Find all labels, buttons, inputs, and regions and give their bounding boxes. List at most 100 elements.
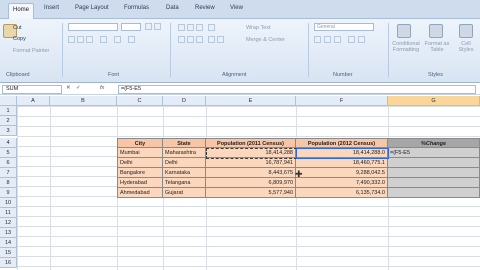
select-all-corner[interactable]: [0, 96, 17, 106]
row-header-15[interactable]: 15: [0, 248, 17, 258]
increase-indent-icon[interactable]: [217, 36, 224, 43]
table-cell-pop-2011[interactable]: 16,787,941: [206, 158, 296, 168]
table-cell-city[interactable]: Bangalore: [117, 168, 163, 178]
name-box[interactable]: SUM: [2, 85, 62, 94]
font-color-icon[interactable]: [128, 36, 135, 43]
font-size-box[interactable]: [121, 23, 141, 31]
insert-function-button[interactable]: fx: [100, 85, 104, 91]
formula-input[interactable]: =(F5-E5: [118, 85, 476, 94]
tab-data[interactable]: Data: [166, 5, 179, 11]
table-cell-change[interactable]: [388, 188, 480, 198]
table-cell-pop-2011[interactable]: 5,577,940: [206, 188, 296, 198]
row-header-13[interactable]: 13: [0, 228, 17, 238]
cell-styles-icon[interactable]: [459, 24, 473, 38]
table-cell-state[interactable]: Telangana: [163, 178, 206, 188]
format-painter-button[interactable]: Format Painter: [13, 48, 49, 54]
merge-center-button[interactable]: Merge & Center: [246, 37, 285, 43]
tab-review[interactable]: Review: [195, 5, 215, 11]
align-bottom-icon[interactable]: [196, 24, 203, 31]
column-header-f[interactable]: F: [296, 96, 388, 106]
row-header-2[interactable]: 2: [0, 116, 17, 126]
format-as-table-button[interactable]: Format as Table: [424, 41, 450, 53]
header-population-2011[interactable]: Population (2011 Census): [206, 138, 296, 148]
table-cell-city[interactable]: Mumbai: [117, 148, 163, 158]
table-cell-pop-2012[interactable]: 7,490,332.0: [296, 178, 388, 188]
table-cell-state[interactable]: Gujarat: [163, 188, 206, 198]
row-header-14[interactable]: 14: [0, 238, 17, 248]
column-header-c[interactable]: C: [117, 96, 163, 106]
column-header-a[interactable]: A: [17, 96, 50, 106]
font-name-box[interactable]: [68, 23, 118, 31]
table-cell-change[interactable]: [388, 178, 480, 188]
align-left-icon[interactable]: [178, 36, 185, 43]
table-cell-city[interactable]: Ahmedabad: [117, 188, 163, 198]
column-header-b[interactable]: B: [50, 96, 117, 106]
decrease-indent-icon[interactable]: [208, 36, 215, 43]
row-header-6[interactable]: 6: [0, 158, 17, 168]
table-cell-state[interactable]: Karnataka: [163, 168, 206, 178]
header-population-2012[interactable]: Population (2012 Census): [296, 138, 388, 148]
table-cell-pop-2011[interactable]: 8,443,675: [206, 168, 296, 178]
enter-icon[interactable]: ✓: [76, 85, 81, 91]
increase-decimal-icon[interactable]: [348, 36, 355, 43]
bold-icon[interactable]: [68, 36, 75, 43]
format-as-table-icon[interactable]: [429, 24, 443, 38]
conditional-formatting-button[interactable]: Conditional Formatting: [392, 41, 420, 53]
align-top-icon[interactable]: [178, 24, 185, 31]
tab-view[interactable]: View: [230, 5, 243, 11]
column-header-d[interactable]: D: [163, 96, 206, 106]
table-cell-change[interactable]: [388, 168, 480, 178]
row-header-10[interactable]: 10: [0, 198, 17, 208]
header-city[interactable]: City: [117, 138, 163, 148]
tab-page-layout[interactable]: Page Layout: [75, 5, 109, 11]
table-cell-state[interactable]: Delhi: [163, 158, 206, 168]
tab-home[interactable]: Home: [8, 3, 35, 19]
align-middle-icon[interactable]: [187, 24, 194, 31]
column-header-e[interactable]: E: [206, 96, 296, 106]
table-cell-pop-2012[interactable]: 9,288,042.5: [296, 168, 388, 178]
active-cell-g5[interactable]: =(F5-E5: [388, 148, 480, 158]
column-header-g[interactable]: G: [388, 96, 480, 106]
cancel-icon[interactable]: ✕: [66, 85, 71, 91]
table-cell-city[interactable]: Hyderabad: [117, 178, 163, 188]
underline-icon[interactable]: [86, 36, 93, 43]
row-header-4[interactable]: 4: [0, 138, 17, 148]
decrease-decimal-icon[interactable]: [358, 36, 365, 43]
percent-icon[interactable]: [324, 36, 331, 43]
grow-font-icon[interactable]: [145, 23, 152, 30]
orientation-icon[interactable]: [208, 24, 215, 31]
table-cell-change[interactable]: [388, 158, 480, 168]
row-header-9[interactable]: 9: [0, 188, 17, 198]
header-state[interactable]: State: [163, 138, 206, 148]
table-cell-pop-2012[interactable]: 6,135,734.0: [296, 188, 388, 198]
row-header-12[interactable]: 12: [0, 218, 17, 228]
cut-button[interactable]: Cut: [13, 25, 22, 31]
wrap-text-button[interactable]: Wrap Text: [246, 25, 271, 31]
row-header-1[interactable]: 1: [0, 106, 17, 116]
table-cell-city[interactable]: Delhi: [117, 158, 163, 168]
tab-formulas[interactable]: Formulas: [124, 5, 149, 11]
conditional-formatting-icon[interactable]: [397, 24, 411, 38]
borders-icon[interactable]: [100, 36, 107, 43]
align-right-icon[interactable]: [196, 36, 203, 43]
header-percent-change[interactable]: %Change: [388, 138, 480, 148]
row-header-11[interactable]: 11: [0, 208, 17, 218]
shrink-font-icon[interactable]: [154, 23, 161, 30]
row-header-8[interactable]: 8: [0, 178, 17, 188]
number-format-select[interactable]: General: [314, 23, 374, 31]
tab-insert[interactable]: Insert: [44, 5, 59, 11]
table-cell-pop-2011[interactable]: 6,809,970: [206, 178, 296, 188]
row-header-16[interactable]: 16: [0, 258, 17, 268]
table-cell-pop-2012[interactable]: 18,460,775.1: [296, 158, 388, 168]
align-center-icon[interactable]: [187, 36, 194, 43]
table-cell-state[interactable]: Maharashtra: [163, 148, 206, 158]
comma-style-icon[interactable]: [334, 36, 341, 43]
cell-styles-button[interactable]: Cell Styles: [456, 41, 476, 53]
currency-icon[interactable]: [314, 36, 321, 43]
fill-color-icon[interactable]: [114, 36, 121, 43]
row-header-7[interactable]: 7: [0, 168, 17, 178]
copy-button[interactable]: Copy: [13, 36, 26, 42]
row-header-3[interactable]: 3: [0, 126, 17, 136]
italic-icon[interactable]: [77, 36, 84, 43]
row-header-5[interactable]: 5: [0, 148, 17, 158]
